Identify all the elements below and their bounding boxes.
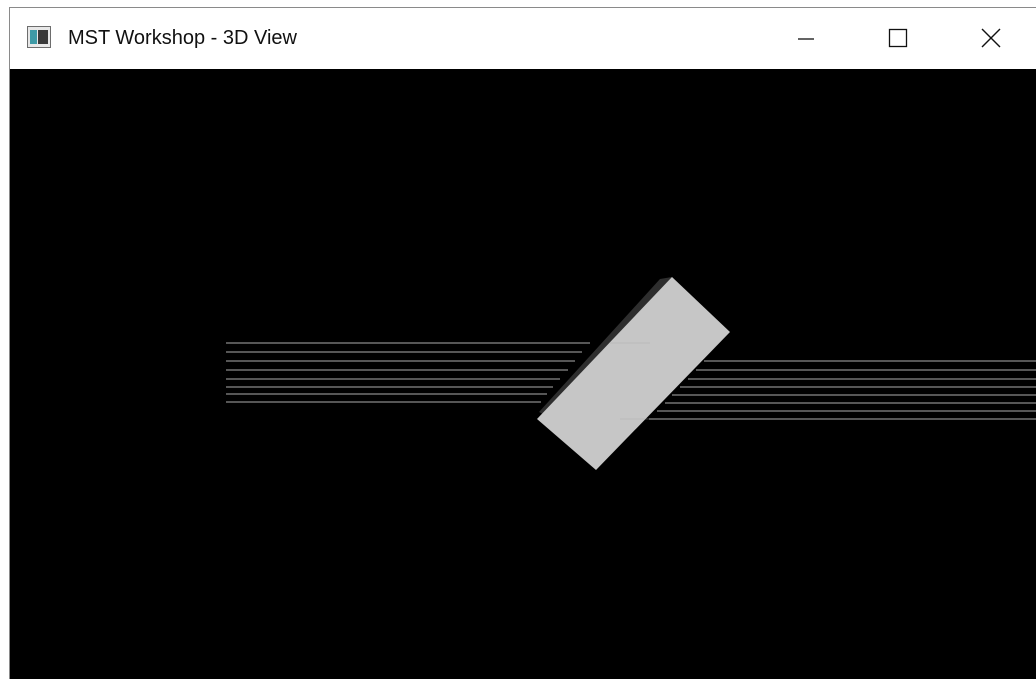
close-button[interactable] (944, 8, 1036, 68)
title-bar[interactable]: MST Workshop - 3D View (10, 8, 1036, 69)
maximize-icon (888, 28, 908, 48)
minimize-icon (798, 38, 814, 40)
block-object[interactable] (537, 277, 730, 470)
close-icon (981, 28, 1000, 48)
outgoing-rays (649, 360, 1036, 420)
maximize-button[interactable] (852, 8, 944, 68)
window-title: MST Workshop - 3D View (68, 27, 297, 49)
app-window: MST Workshop - 3D View (9, 7, 1036, 679)
scene-canvas[interactable] (10, 69, 1036, 679)
3d-viewport[interactable] (10, 69, 1036, 679)
incoming-rays (226, 342, 590, 403)
minimize-button[interactable] (760, 8, 852, 68)
app-window-icon (27, 26, 51, 48)
